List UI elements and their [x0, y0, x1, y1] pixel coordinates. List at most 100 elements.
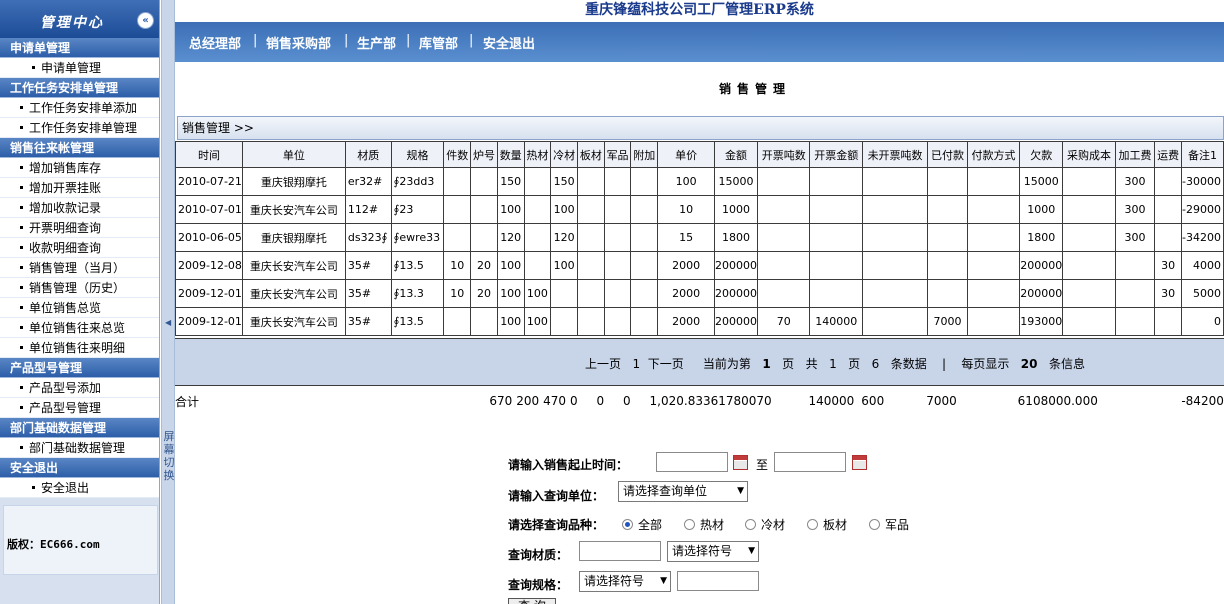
table-row[interactable]: 2010-07-21 重庆银翔摩托 er32# ∮23dd3 150 150 100 1500…	[175, 167, 1224, 196]
bullet-icon	[20, 326, 23, 329]
current-page: 1	[762, 357, 771, 371]
menu-group-title[interactable]: 安全退出	[0, 458, 159, 478]
sidebar-item-label: 增加销售库存	[29, 161, 102, 175]
table-row[interactable]: 2009-12-08 重庆长安汽车公司 35# ∮13.5 10 20 100 100 2000…	[175, 251, 1224, 280]
table-cell: 200000	[714, 251, 759, 280]
kind-radio-label: 热材	[700, 518, 725, 532]
kind-radio-cold[interactable]: 冷材	[745, 516, 785, 533]
sidebar-item[interactable]: 增加收款记录	[0, 198, 159, 218]
table-cell: 100	[657, 167, 716, 196]
spec-symbol-value: 请选择符号	[584, 574, 645, 588]
kind-radio-plate[interactable]: 板材	[807, 516, 847, 533]
query-button[interactable]: 查 询	[508, 598, 556, 604]
next-page-link[interactable]: 下一页	[648, 357, 684, 371]
end-calendar-icon[interactable]	[852, 455, 867, 470]
menu-group-title[interactable]: 销售往来帐管理	[0, 138, 159, 158]
material-label: 查询材质：	[508, 548, 569, 562]
nav-production[interactable]: 生产部	[357, 33, 396, 52]
unit-select[interactable]: 请选择查询单位 ▼	[618, 481, 748, 502]
kind-radio-hot[interactable]: 热材	[684, 516, 724, 533]
table-cell: 2010-07-01	[175, 195, 243, 224]
sidebar-item[interactable]: 单位销售总览	[0, 298, 159, 318]
sidebar-title: 管理中心	[40, 15, 104, 31]
table-cell	[470, 195, 498, 224]
table-cell: 100	[496, 251, 525, 280]
kind-radio-all[interactable]: 全部	[622, 516, 662, 533]
sidebar-item[interactable]: 申请单管理	[0, 58, 159, 78]
page-number-link[interactable]: 1	[632, 357, 640, 371]
radio-icon[interactable]	[869, 519, 880, 530]
menu-group-title[interactable]: 部门基础数据管理	[0, 418, 159, 438]
kind-radio-label: 冷材	[761, 518, 786, 532]
sidebar-item[interactable]: 部门基础数据管理	[0, 438, 159, 458]
sidebar-item[interactable]: 单位销售往来明细	[0, 338, 159, 358]
table-row[interactable]: 2009-12-01 重庆长安汽车公司 35# ∮13.3 10 20 100 100 2000…	[175, 279, 1224, 308]
table-cell: 30	[1154, 251, 1182, 280]
prev-page-link[interactable]: 上一页	[585, 357, 621, 371]
spec-symbol-select[interactable]: 请选择符号 ▼	[579, 571, 671, 592]
table-cell	[757, 195, 811, 224]
menu-group: 产品型号管理 产品型号添加 产品型号管理	[0, 358, 159, 418]
sidebar-item[interactable]: 工作任务安排单管理	[0, 118, 159, 138]
sidebar-item[interactable]: 产品型号管理	[0, 398, 159, 418]
sidebar-item[interactable]: 产品型号添加	[0, 378, 159, 398]
menu-group: 工作任务安排单管理 工作任务安排单添加 工作任务安排单管理	[0, 78, 159, 138]
table-row[interactable]: 2010-07-01 重庆长安汽车公司 112# ∮23 100 100 10 1000 100…	[175, 195, 1224, 224]
sidebar-item-label: 增加收款记录	[29, 201, 102, 215]
column-header: 加工费	[1114, 141, 1156, 168]
sidebar-item[interactable]: 单位销售往来总览	[0, 318, 159, 338]
radio-selected-icon[interactable]	[622, 519, 633, 530]
app-title: 重庆锋蕴科技公司工厂管理ERP系统	[585, 2, 814, 18]
table-cell	[470, 307, 498, 336]
menu-group-title[interactable]: 工作任务安排单管理	[0, 78, 159, 98]
sidebar-item-label: 开票明细查询	[29, 221, 102, 235]
table-cell	[809, 195, 863, 224]
kind-radio-military[interactable]: 军品	[869, 516, 909, 533]
nav-general-manager[interactable]: 总经理部	[189, 33, 241, 52]
nav-sales-purchasing[interactable]: 销售采购部	[266, 33, 331, 52]
table-cell	[757, 167, 811, 196]
total-prefix: 共	[805, 357, 818, 371]
splitter-label[interactable]: 屏幕切换	[163, 430, 175, 482]
table-cell: 1800	[714, 223, 759, 252]
sidebar-splitter[interactable]: ◀ 屏幕切换	[161, 0, 175, 604]
bullet-icon	[20, 186, 23, 189]
radio-icon[interactable]	[807, 519, 818, 530]
radio-icon[interactable]	[684, 519, 695, 530]
sidebar-item[interactable]: 收款明细查询	[0, 238, 159, 258]
table-row[interactable]: 2009-12-01 重庆长安汽车公司 35# ∮13.5 100 100 2000 2000…	[175, 307, 1224, 336]
sidebar-item[interactable]: 增加销售库存	[0, 158, 159, 178]
radio-icon[interactable]	[745, 519, 756, 530]
sidebar-item[interactable]: 增加开票挂账	[0, 178, 159, 198]
table-cell	[1154, 195, 1182, 224]
splitter-arrow-icon[interactable]: ◀	[165, 318, 171, 327]
sidebar-item[interactable]: 销售管理（历史）	[0, 278, 159, 298]
menu-group-title[interactable]: 申请单管理	[0, 38, 159, 58]
nav-logout[interactable]: 安全退出	[483, 33, 535, 52]
material-symbol-select[interactable]: 请选择符号 ▼	[667, 541, 759, 562]
table-row[interactable]: 2010-06-05 重庆银翔摩托 ds323∮ ∮ewre33 120 120 15 180…	[175, 223, 1224, 252]
start-date-input[interactable]	[656, 452, 728, 472]
end-date-input[interactable]	[774, 452, 846, 472]
sidebar-item[interactable]: 安全退出	[0, 478, 159, 498]
spec-input[interactable]	[677, 571, 759, 591]
table-cell	[927, 195, 968, 224]
dropdown-arrow-icon: ▼	[737, 486, 744, 496]
table-cell: 15	[657, 223, 716, 252]
menu-group-title[interactable]: 产品型号管理	[0, 358, 159, 378]
collapse-icon[interactable]: «	[137, 12, 154, 29]
bullet-icon	[20, 266, 23, 269]
nav-warehouse[interactable]: 库管部	[419, 33, 458, 52]
material-input[interactable]	[579, 541, 661, 561]
table-cell: 193000	[1019, 307, 1064, 336]
start-calendar-icon[interactable]	[733, 455, 748, 470]
table-cell: 100	[550, 251, 578, 280]
sidebar-item[interactable]: 销售管理（当月）	[0, 258, 159, 278]
unit-label: 请输入查询单位：	[508, 489, 605, 503]
table-cell	[966, 167, 1021, 196]
sidebar-item[interactable]: 工作任务安排单添加	[0, 98, 159, 118]
sidebar-item[interactable]: 开票明细查询	[0, 218, 159, 238]
table-cell	[861, 307, 929, 336]
page-title-text: 销售管理	[718, 82, 791, 96]
sidebar-menu: 申请单管理 申请单管理 工作任务安排单管理 工作任务安排单添加 工作任务安排单管理 销售往…	[0, 38, 159, 498]
